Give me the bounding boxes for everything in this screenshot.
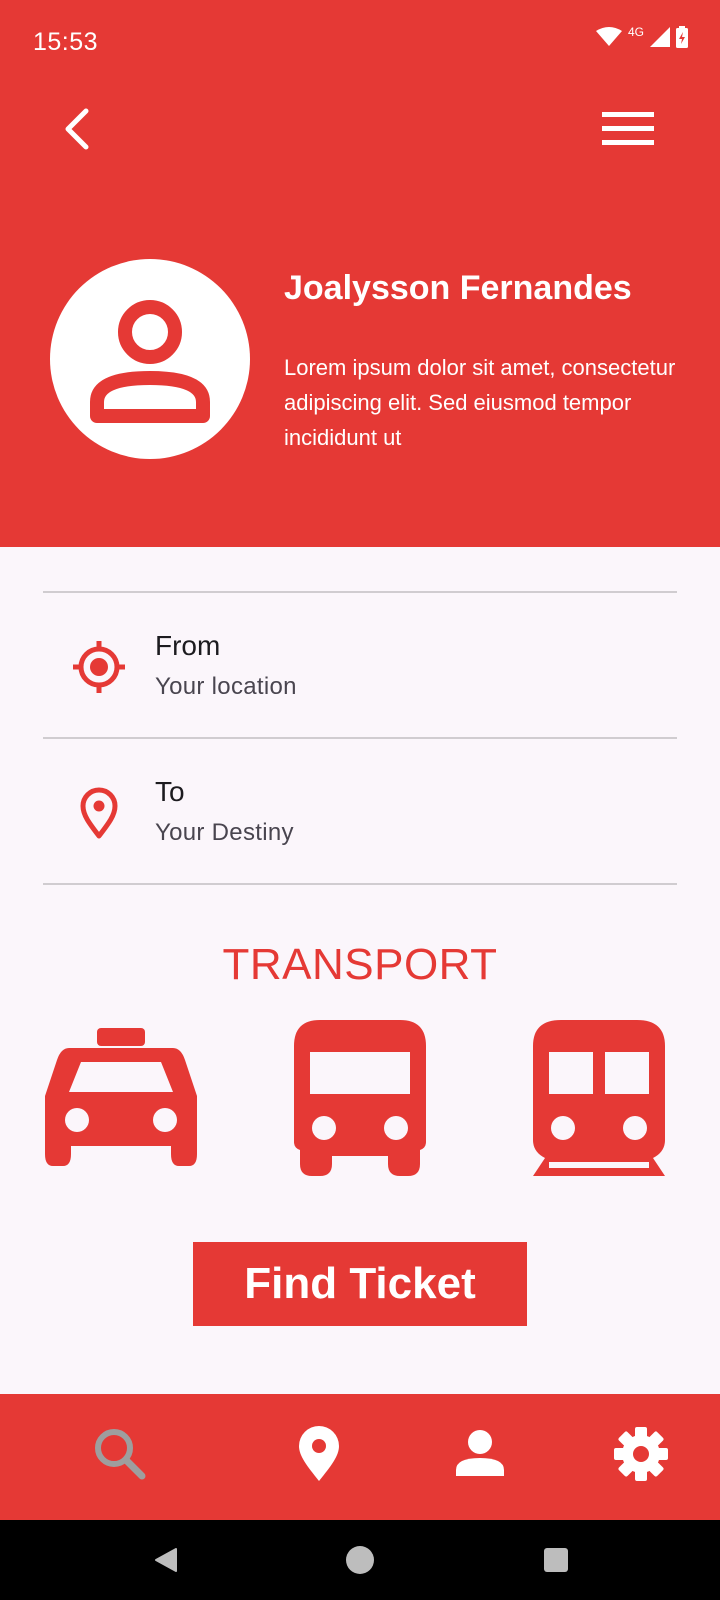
nav-settings[interactable] bbox=[601, 1414, 681, 1494]
transport-options bbox=[0, 1018, 720, 1178]
status-time: 15:53 bbox=[33, 28, 99, 56]
divider bbox=[43, 883, 677, 885]
to-value: Your Destiny bbox=[155, 819, 294, 846]
to-field[interactable]: To Your Destiny bbox=[43, 739, 677, 883]
status-icons: 4G bbox=[595, 25, 688, 48]
avatar[interactable] bbox=[50, 259, 250, 459]
bus-icon[interactable] bbox=[280, 1018, 440, 1178]
person-outline-icon bbox=[90, 300, 210, 423]
from-value: Your location bbox=[155, 673, 297, 700]
system-recents-button[interactable] bbox=[536, 1540, 576, 1580]
signal-icon bbox=[650, 27, 670, 47]
gps-target-icon bbox=[69, 637, 129, 697]
square-recents-icon bbox=[544, 1548, 568, 1572]
train-icon[interactable] bbox=[519, 1018, 679, 1178]
transport-title: TRANSPORT bbox=[222, 940, 498, 989]
circle-home-icon bbox=[346, 1546, 374, 1574]
system-home-button[interactable] bbox=[340, 1540, 380, 1580]
battery-icon bbox=[676, 26, 688, 48]
wifi-icon bbox=[595, 27, 622, 46]
nav-location[interactable] bbox=[279, 1414, 359, 1494]
triangle-back-icon bbox=[155, 1548, 177, 1572]
location-pin-icon bbox=[69, 783, 129, 843]
to-label: To bbox=[155, 776, 185, 807]
menu-button[interactable] bbox=[598, 104, 658, 154]
from-field[interactable]: From Your location bbox=[43, 593, 677, 737]
location-icon bbox=[299, 1426, 339, 1481]
system-navigation-bar bbox=[0, 1520, 720, 1600]
nav-profile[interactable] bbox=[440, 1414, 520, 1494]
status-bar: 15:53 4G bbox=[0, 0, 720, 84]
chevron-left-icon bbox=[65, 108, 89, 150]
taxi-icon[interactable] bbox=[41, 1018, 201, 1178]
settings-icon bbox=[614, 1427, 668, 1481]
hamburger-menu-icon bbox=[602, 112, 654, 145]
person-icon bbox=[456, 1430, 504, 1476]
system-back-button[interactable] bbox=[146, 1540, 186, 1580]
find-ticket-button[interactable]: Find Ticket bbox=[193, 1242, 527, 1326]
profile-header: Joalysson Fernandes Lorem ipsum dolor si… bbox=[0, 84, 720, 547]
search-icon bbox=[95, 1429, 146, 1480]
nav-search[interactable] bbox=[80, 1414, 160, 1494]
bottom-navigation bbox=[0, 1394, 720, 1520]
back-button[interactable] bbox=[52, 104, 102, 154]
from-label: From bbox=[155, 630, 221, 661]
profile-description: Lorem ipsum dolor sit amet, consectetur … bbox=[284, 355, 676, 450]
profile-name: Joalysson Fernandes bbox=[284, 269, 632, 307]
network-type: 4G bbox=[627, 25, 644, 39]
